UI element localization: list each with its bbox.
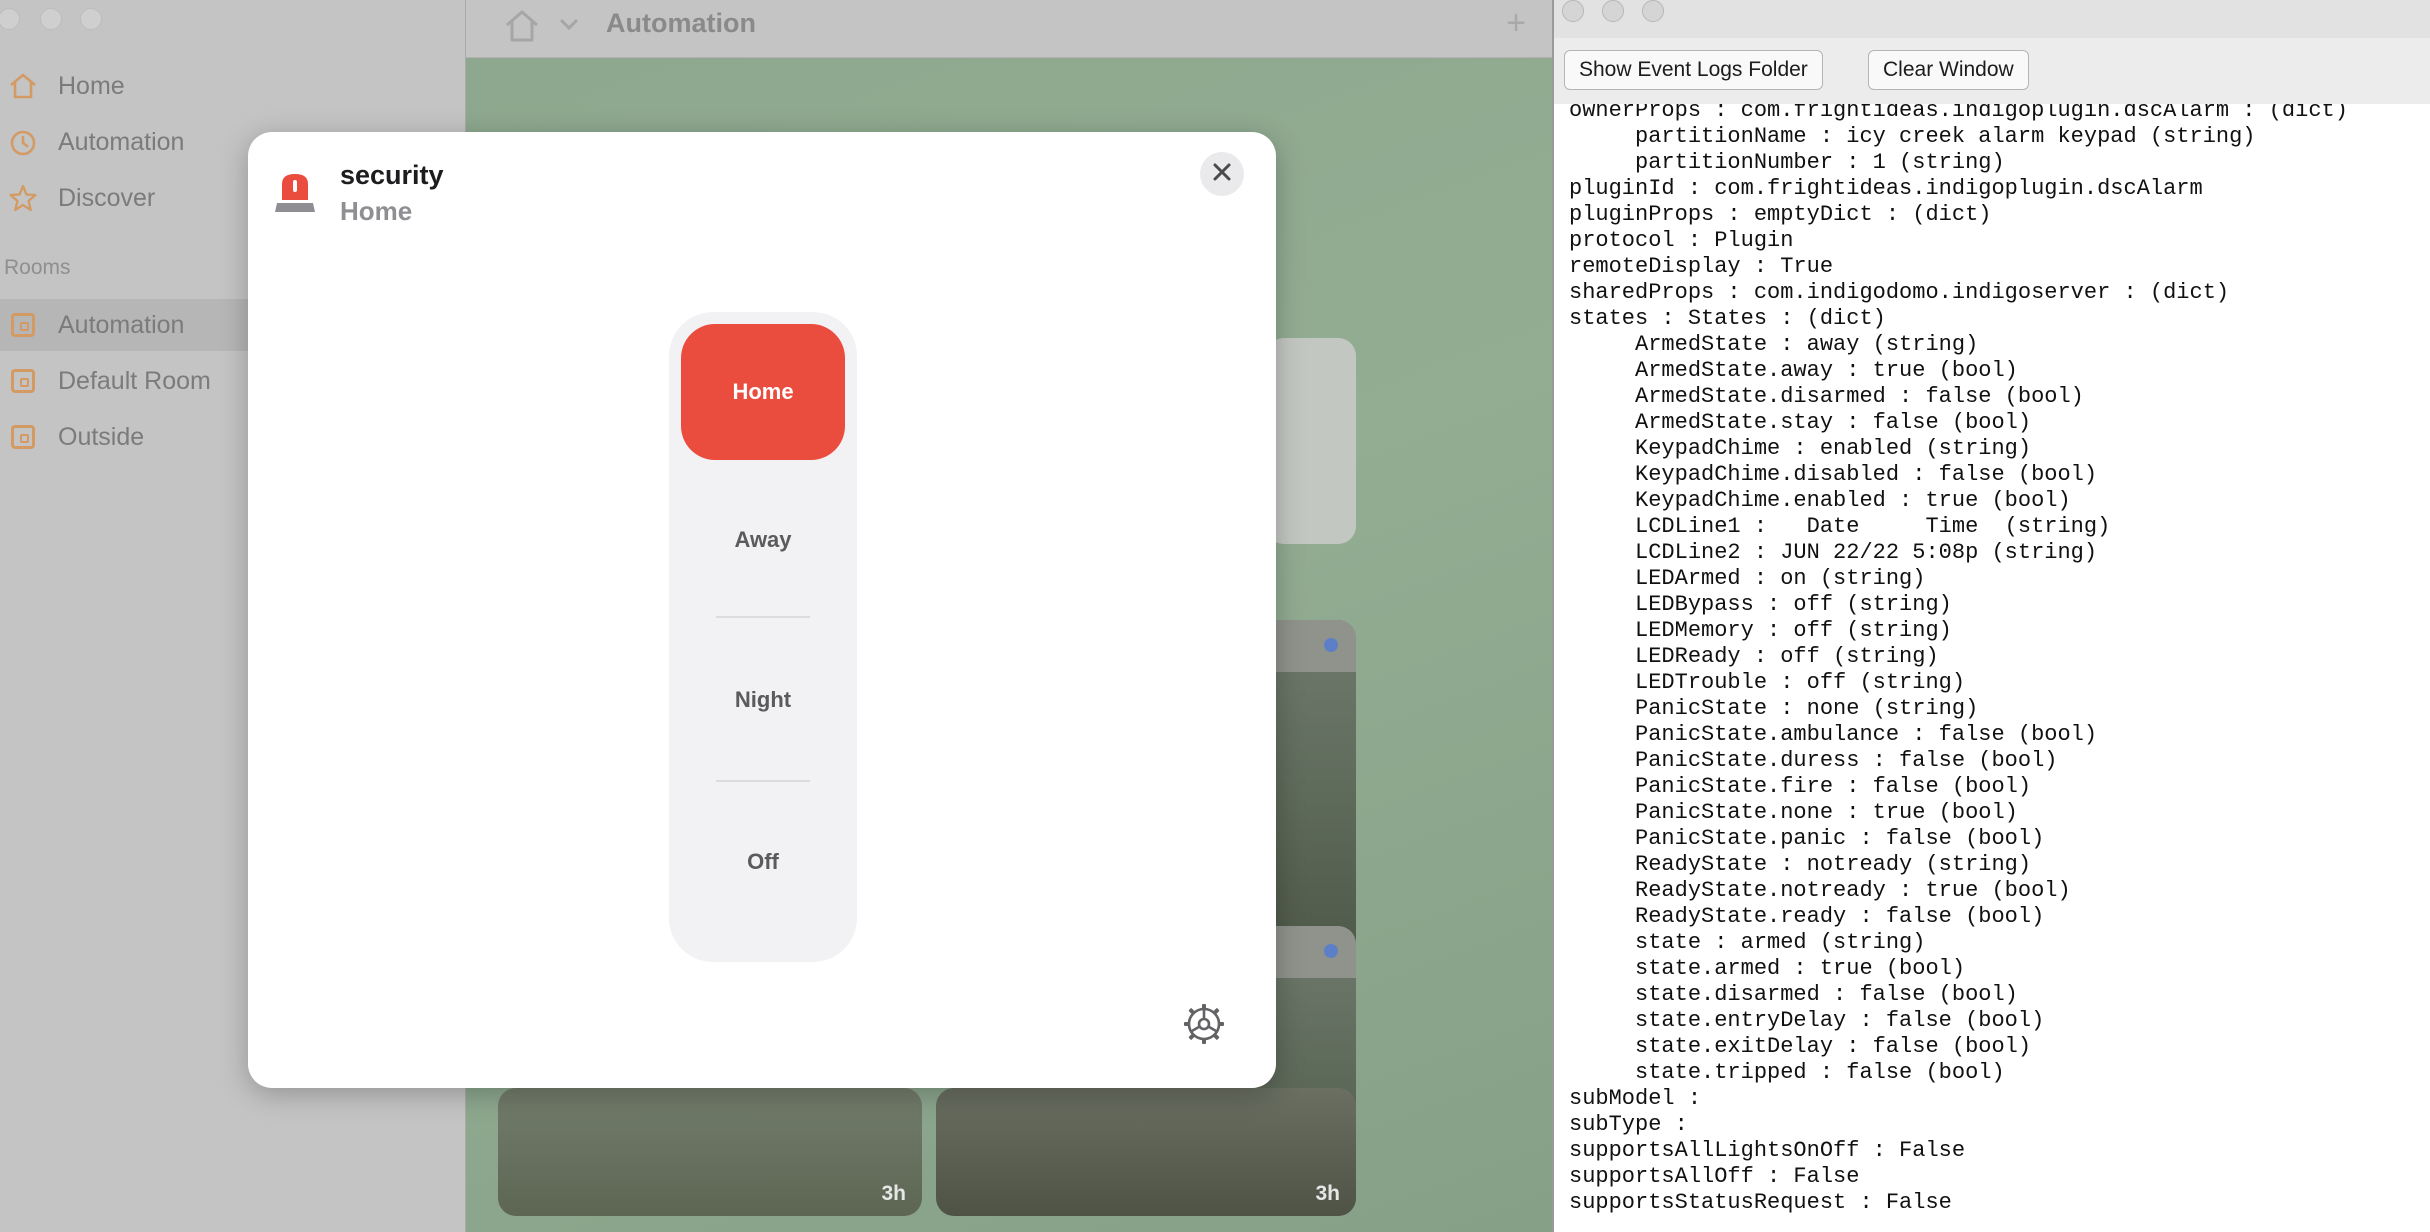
log-line: partitionNumber : 1 (string) bbox=[1569, 150, 2005, 175]
clock-icon bbox=[6, 125, 40, 159]
sidebar-item-label: Default Room bbox=[58, 366, 211, 395]
zoom-window-button[interactable] bbox=[80, 8, 102, 30]
sidebar-item-label: Automation bbox=[58, 127, 185, 156]
log-line: subModel : bbox=[1569, 1086, 1702, 1111]
log-line: ReadyState : notready (string) bbox=[1569, 852, 2032, 877]
log-line: KeypadChime.enabled : true (bool) bbox=[1569, 488, 2071, 513]
log-line: PanicState.none : true (bool) bbox=[1569, 800, 2018, 825]
log-line: LEDArmed : on (string) bbox=[1569, 566, 1926, 591]
log-line: LEDReady : off (string) bbox=[1569, 644, 1939, 669]
rooms-section-header: Rooms bbox=[4, 256, 71, 279]
log-line: ownerProps : com.frightideas.indigoplugi… bbox=[1569, 104, 2348, 123]
log-line: ArmedState.disarmed : false (bool) bbox=[1569, 384, 2084, 409]
log-line: states : States : (dict) bbox=[1569, 306, 1886, 331]
mode-option-off[interactable]: Off bbox=[669, 794, 857, 930]
zoom-window-button[interactable] bbox=[1642, 0, 1664, 22]
log-line: LEDTrouble : off (string) bbox=[1569, 670, 1966, 695]
close-window-button[interactable] bbox=[1562, 0, 1584, 22]
log-line: sharedProps : com.indigodomo.indigoserve… bbox=[1569, 280, 2230, 305]
accessory-status: Home bbox=[340, 196, 413, 226]
log-line: supportsAllOff : False bbox=[1569, 1164, 1860, 1189]
room-icon bbox=[6, 420, 40, 454]
status-dot bbox=[1324, 944, 1338, 958]
mode-option-night[interactable]: Night bbox=[669, 632, 857, 768]
page-title: Automation bbox=[606, 8, 756, 38]
log-line: PanicState.duress : false (bool) bbox=[1569, 748, 2058, 773]
log-text-area[interactable]: ownerProps : com.frightideas.indigoplugi… bbox=[1554, 104, 2430, 1232]
log-line: KeypadChime : enabled (string) bbox=[1569, 436, 2032, 461]
divider bbox=[716, 780, 810, 782]
log-line: PanicState.ambulance : false (bool) bbox=[1569, 722, 2098, 747]
window-titlebar bbox=[1554, 0, 2430, 38]
room-icon bbox=[6, 364, 40, 398]
clear-window-button[interactable]: Clear Window bbox=[1868, 50, 2029, 90]
log-line: subType : bbox=[1569, 1112, 1688, 1137]
close-icon bbox=[1211, 161, 1233, 188]
log-line: state.armed : true (bool) bbox=[1569, 956, 1966, 981]
camera-timestamp: 3h bbox=[1315, 1182, 1340, 1205]
sidebar-item-label: Automation bbox=[58, 310, 185, 339]
log-line: PanicState : none (string) bbox=[1569, 696, 1979, 721]
log-line: LEDBypass : off (string) bbox=[1569, 592, 1952, 617]
home-app-window: Home Automation Discover Rooms Automatio… bbox=[0, 0, 1552, 1232]
log-line: ReadyState.notready : true (bool) bbox=[1569, 878, 2071, 903]
log-line: state.exitDelay : false (bool) bbox=[1569, 1034, 2032, 1059]
security-system-dialog: security Home Home Away Night Off bbox=[248, 132, 1276, 1088]
status-dot bbox=[1324, 638, 1338, 652]
mode-option-home[interactable]: Home bbox=[681, 324, 845, 460]
log-line: protocol : Plugin bbox=[1569, 228, 1794, 253]
log-line: state.tripped : false (bool) bbox=[1569, 1060, 2005, 1085]
log-line: KeypadChime.disabled : false (bool) bbox=[1569, 462, 2098, 487]
log-line: state.disarmed : false (bool) bbox=[1569, 982, 2018, 1007]
log-line: pluginProps : emptyDict : (dict) bbox=[1569, 202, 1992, 227]
camera-timestamp: 3h bbox=[881, 1182, 906, 1205]
mode-option-away[interactable]: Away bbox=[669, 472, 857, 608]
security-mode-picker: Home Away Night Off bbox=[669, 312, 857, 962]
alarm-siren-icon bbox=[274, 170, 316, 214]
camera-tile[interactable]: 3h bbox=[936, 1088, 1356, 1216]
close-window-button[interactable] bbox=[0, 8, 20, 30]
log-line: PanicState.fire : false (bool) bbox=[1569, 774, 2032, 799]
home-menu-icon[interactable] bbox=[502, 6, 542, 51]
log-line: ArmedState.away : true (bool) bbox=[1569, 358, 2018, 383]
divider bbox=[716, 616, 810, 618]
settings-button[interactable] bbox=[1182, 1002, 1226, 1046]
log-line: PanicState.panic : false (bool) bbox=[1569, 826, 2045, 851]
sidebar-item-home[interactable]: Home bbox=[0, 60, 466, 112]
log-toolbar: Show Event Logs Folder Clear Window bbox=[1554, 38, 2430, 105]
accessory-name: security bbox=[340, 160, 444, 190]
main-toolbar: Automation + bbox=[466, 0, 1552, 58]
minimize-window-button[interactable] bbox=[40, 8, 62, 30]
log-line: remoteDisplay : True bbox=[1569, 254, 1834, 279]
house-icon bbox=[6, 69, 40, 103]
log-line: state : armed (string) bbox=[1569, 930, 1926, 955]
log-line: ArmedState : away (string) bbox=[1569, 332, 1979, 357]
show-event-logs-folder-button[interactable]: Show Event Logs Folder bbox=[1564, 50, 1823, 90]
event-log-window: Show Event Logs Folder Clear Window owne… bbox=[1552, 0, 2430, 1232]
accessory-tile[interactable] bbox=[1266, 338, 1356, 544]
log-line: LCDLine1 : Date Time (string) bbox=[1569, 514, 2111, 539]
log-line: LEDMemory : off (string) bbox=[1569, 618, 1952, 643]
log-line: partitionName : icy creek alarm keypad (… bbox=[1569, 124, 2256, 149]
camera-tile[interactable]: 3h bbox=[498, 1088, 922, 1216]
log-line: ReadyState.ready : false (bool) bbox=[1569, 904, 2045, 929]
close-button[interactable] bbox=[1200, 152, 1244, 196]
chevron-down-icon[interactable] bbox=[558, 13, 580, 40]
sidebar-item-label: Outside bbox=[58, 422, 145, 451]
log-line: state.entryDelay : false (bool) bbox=[1569, 1008, 2045, 1033]
sidebar-item-label: Discover bbox=[58, 183, 156, 212]
log-line: supportsStatusRequest : False bbox=[1569, 1190, 1952, 1215]
sidebar-item-label: Home bbox=[58, 71, 125, 100]
minimize-window-button[interactable] bbox=[1602, 0, 1624, 22]
log-line: LCDLine2 : JUN 22/22 5:08p (string) bbox=[1569, 540, 2098, 565]
log-line: supportsAllLightsOnOff : False bbox=[1569, 1138, 1966, 1163]
log-line: pluginId : com.frightideas.indigoplugin.… bbox=[1569, 176, 2203, 201]
log-lines: ownerProps : com.frightideas.indigoplugi… bbox=[1569, 104, 2348, 1216]
add-icon[interactable]: + bbox=[1506, 4, 1526, 43]
log-line: ArmedState.stay : false (bool) bbox=[1569, 410, 2032, 435]
star-icon bbox=[6, 181, 40, 215]
gear-icon bbox=[1182, 1004, 1226, 1050]
room-icon bbox=[6, 308, 40, 342]
